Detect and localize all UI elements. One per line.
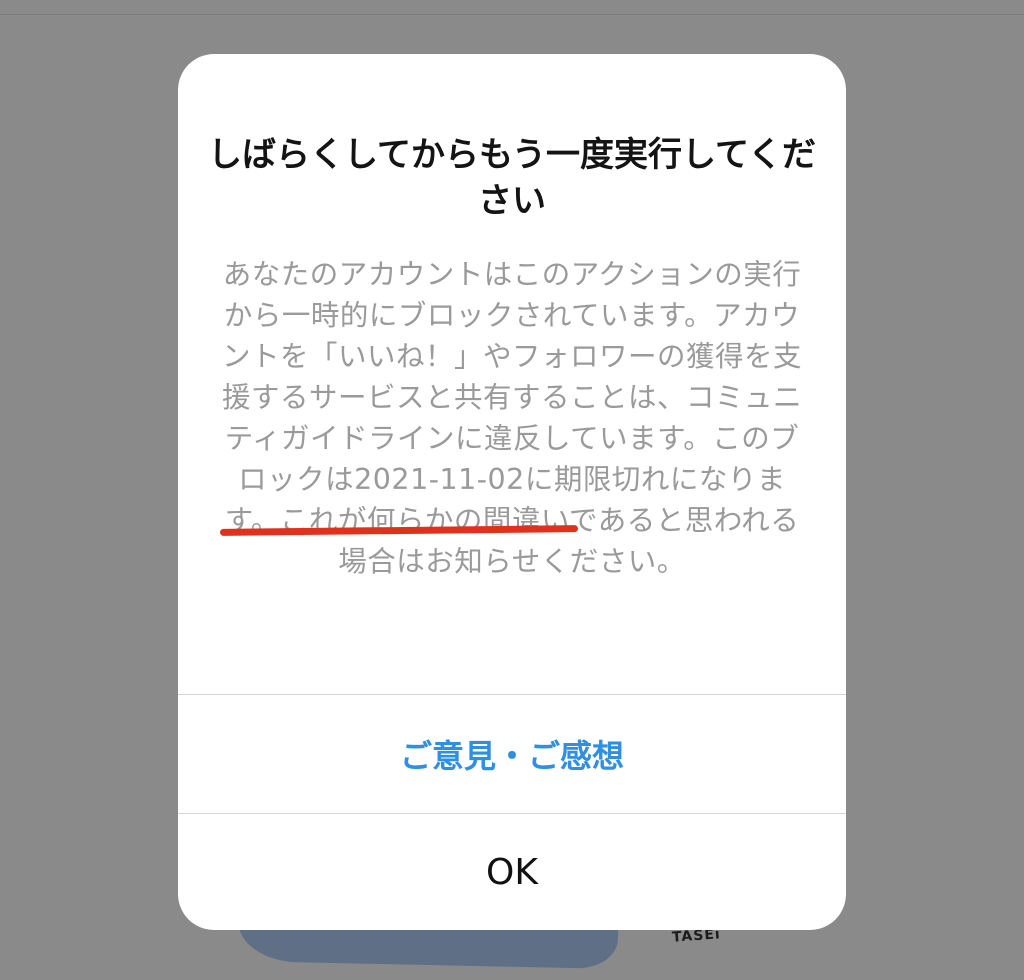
alert-title: しばらくしてからもう一度実行してください	[208, 135, 816, 221]
alert-dialog: しばらくしてからもう一度実行してください あなたのアカウントはこのアクションの実…	[178, 54, 846, 930]
screen-background: TÄSEi しばらくしてからもう一度実行してください あなたのアカウントはこのア…	[0, 0, 1024, 980]
expiry-date: 2021-11-02	[354, 463, 525, 496]
alert-message-text: あなたのアカウントはこのアクションの実行から一時的にブロックされています。アカウ…	[221, 258, 802, 496]
ok-button[interactable]: OK	[178, 814, 846, 930]
background-divider	[0, 14, 1024, 15]
feedback-button[interactable]: ご意見・ご感想	[178, 695, 846, 813]
expiry-phrase: に期限切れ	[524, 463, 670, 496]
